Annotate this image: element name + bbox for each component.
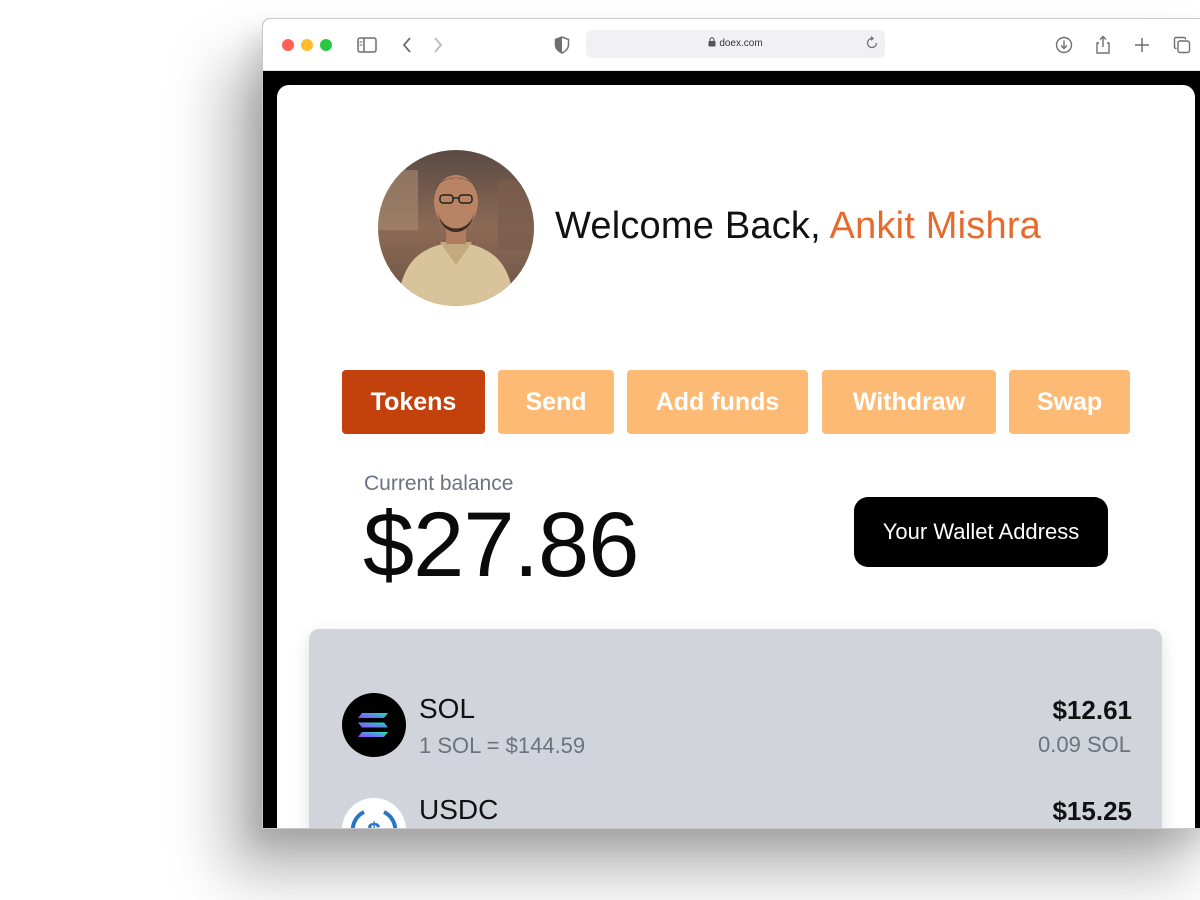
minimize-window-button[interactable]	[301, 39, 313, 51]
balance-amount: $27.86	[363, 494, 639, 596]
wallet-address-button[interactable]: Your Wallet Address	[854, 497, 1108, 567]
solana-logo-icon	[342, 693, 406, 757]
tab-swap[interactable]: Swap	[1009, 370, 1130, 434]
sidebar-toggle-icon[interactable]	[355, 33, 379, 57]
avatar	[378, 150, 534, 306]
token-quantity: 0.09 SOL	[1038, 732, 1131, 757]
shield-icon[interactable]	[550, 33, 574, 57]
maximize-window-button[interactable]	[320, 39, 332, 51]
token-symbol: SOL	[419, 693, 476, 724]
balance-label: Current balance	[364, 472, 514, 495]
close-window-button[interactable]	[282, 39, 294, 51]
wallet-page: Welcome Back, Ankit Mishra Tokens Send A…	[277, 85, 1195, 829]
action-tabs: Tokens Send Add funds Withdraw Swap	[277, 370, 1195, 434]
token-usd-value: $15.25	[1052, 796, 1132, 826]
tab-add-funds[interactable]: Add funds	[627, 370, 808, 434]
address-bar[interactable]: doex.com	[586, 30, 885, 58]
tab-send[interactable]: Send	[498, 370, 614, 434]
back-chevron-icon[interactable]	[395, 33, 419, 57]
welcome-prefix: Welcome Back,	[555, 205, 830, 247]
usdc-logo-icon: $	[342, 798, 406, 829]
tab-withdraw[interactable]: Withdraw	[822, 370, 996, 434]
svg-text:$: $	[367, 818, 381, 829]
token-usd-value: $12.61	[1052, 695, 1132, 725]
new-tab-plus-icon[interactable]	[1130, 33, 1154, 57]
share-icon[interactable]	[1091, 33, 1115, 57]
token-rate: 1 SOL = $144.59	[419, 733, 586, 758]
token-list: SOL 1 SOL = $144.59 $12.61 0.09 SOL $ US…	[309, 629, 1162, 829]
url-text: doex.com	[719, 38, 763, 49]
welcome-heading: Welcome Back, Ankit Mishra	[555, 205, 1041, 248]
lock-icon	[708, 37, 716, 50]
reload-icon[interactable]	[865, 36, 879, 55]
forward-chevron-icon[interactable]	[426, 33, 450, 57]
token-symbol: USDC	[419, 794, 499, 825]
tab-tokens[interactable]: Tokens	[342, 370, 485, 434]
token-row-usdc[interactable]: $ USDC $15.25	[309, 794, 1162, 829]
user-name: Ankit Mishra	[829, 205, 1042, 247]
browser-toolbar: doex.com	[263, 19, 1200, 71]
tab-overview-icon[interactable]	[1170, 33, 1194, 57]
token-row-sol[interactable]: SOL 1 SOL = $144.59 $12.61 0.09 SOL	[309, 691, 1162, 771]
download-icon[interactable]	[1052, 33, 1076, 57]
browser-window: doex.com Welcome Back, Ankit Mishra Toke…	[262, 18, 1200, 829]
